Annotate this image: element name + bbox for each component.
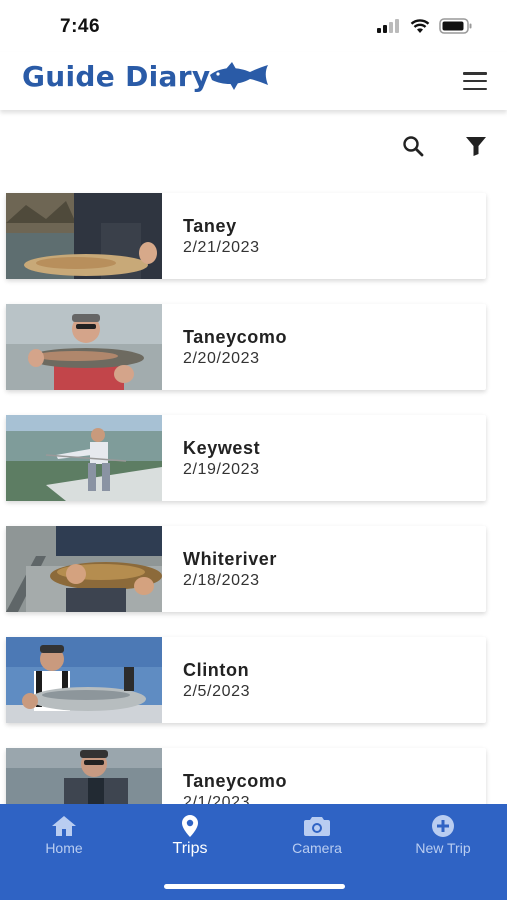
- status-time: 7:46: [60, 16, 101, 37]
- home-icon: [52, 816, 76, 836]
- cellular-signal-icon: [377, 19, 399, 33]
- trip-card[interactable]: Keywest 2/19/2023: [6, 415, 486, 501]
- camera-icon: [304, 817, 330, 836]
- map-pin-icon: [182, 815, 198, 837]
- status-icons: [377, 18, 473, 34]
- logo-text: Guide Diary: [22, 60, 211, 93]
- trip-date: 2/5/2023: [183, 683, 251, 700]
- battery-icon: [439, 18, 472, 34]
- trip-date: 2/1/2023: [183, 794, 251, 804]
- trip-name: Taneycomo: [183, 771, 288, 791]
- fish-logo-icon: [210, 61, 269, 90]
- list-tools: [401, 134, 487, 158]
- filter-icon[interactable]: [465, 135, 487, 157]
- trip-photo: [6, 526, 162, 612]
- trip-date: 2/18/2023: [183, 572, 260, 589]
- nav-new-trip[interactable]: New Trip: [388, 814, 498, 856]
- trip-name: Keywest: [183, 438, 261, 458]
- trip-name: Whiteriver: [183, 549, 278, 569]
- trip-photo: [6, 637, 162, 723]
- hamburger-menu-icon[interactable]: [463, 72, 487, 90]
- nav-camera[interactable]: Camera: [262, 814, 372, 856]
- trip-card[interactable]: Taney 2/21/2023: [6, 193, 486, 279]
- trip-card[interactable]: Whiteriver 2/18/2023: [6, 526, 486, 612]
- app-logo[interactable]: Guide Diary: [22, 60, 270, 93]
- nav-trips[interactable]: Trips: [135, 814, 245, 858]
- trip-name: Taneycomo: [183, 327, 288, 347]
- trip-name: Clinton: [183, 660, 250, 680]
- app-header: Guide Diary: [0, 52, 507, 110]
- status-bar: 7:46: [0, 0, 507, 52]
- trip-photo: [6, 304, 162, 390]
- trip-card[interactable]: Taneycomo 2/20/2023: [6, 304, 486, 390]
- home-indicator: [164, 884, 345, 889]
- trip-date: 2/19/2023: [183, 461, 260, 478]
- trip-photo: [6, 748, 162, 804]
- nav-home[interactable]: Home: [9, 814, 119, 856]
- trip-photo: [6, 415, 162, 501]
- nav-new-trip-label: New Trip: [415, 840, 471, 856]
- trip-card[interactable]: Taneycomo 2/1/2023: [6, 748, 486, 804]
- plus-circle-icon: [432, 815, 454, 837]
- trip-date: 2/21/2023: [183, 239, 260, 256]
- trip-date: 2/20/2023: [183, 350, 260, 367]
- nav-camera-label: Camera: [292, 840, 342, 856]
- trip-list: Taney 2/21/2023 Taneycomo 2/20/2023 Keyw…: [0, 182, 507, 804]
- nav-home-label: Home: [45, 840, 83, 856]
- nav-trips-label: Trips: [172, 840, 208, 857]
- search-icon[interactable]: [401, 134, 425, 158]
- trip-photo: [6, 193, 162, 279]
- wifi-icon: [410, 18, 430, 33]
- trip-name: Taney: [183, 216, 237, 236]
- trip-card[interactable]: Clinton 2/5/2023: [6, 637, 486, 723]
